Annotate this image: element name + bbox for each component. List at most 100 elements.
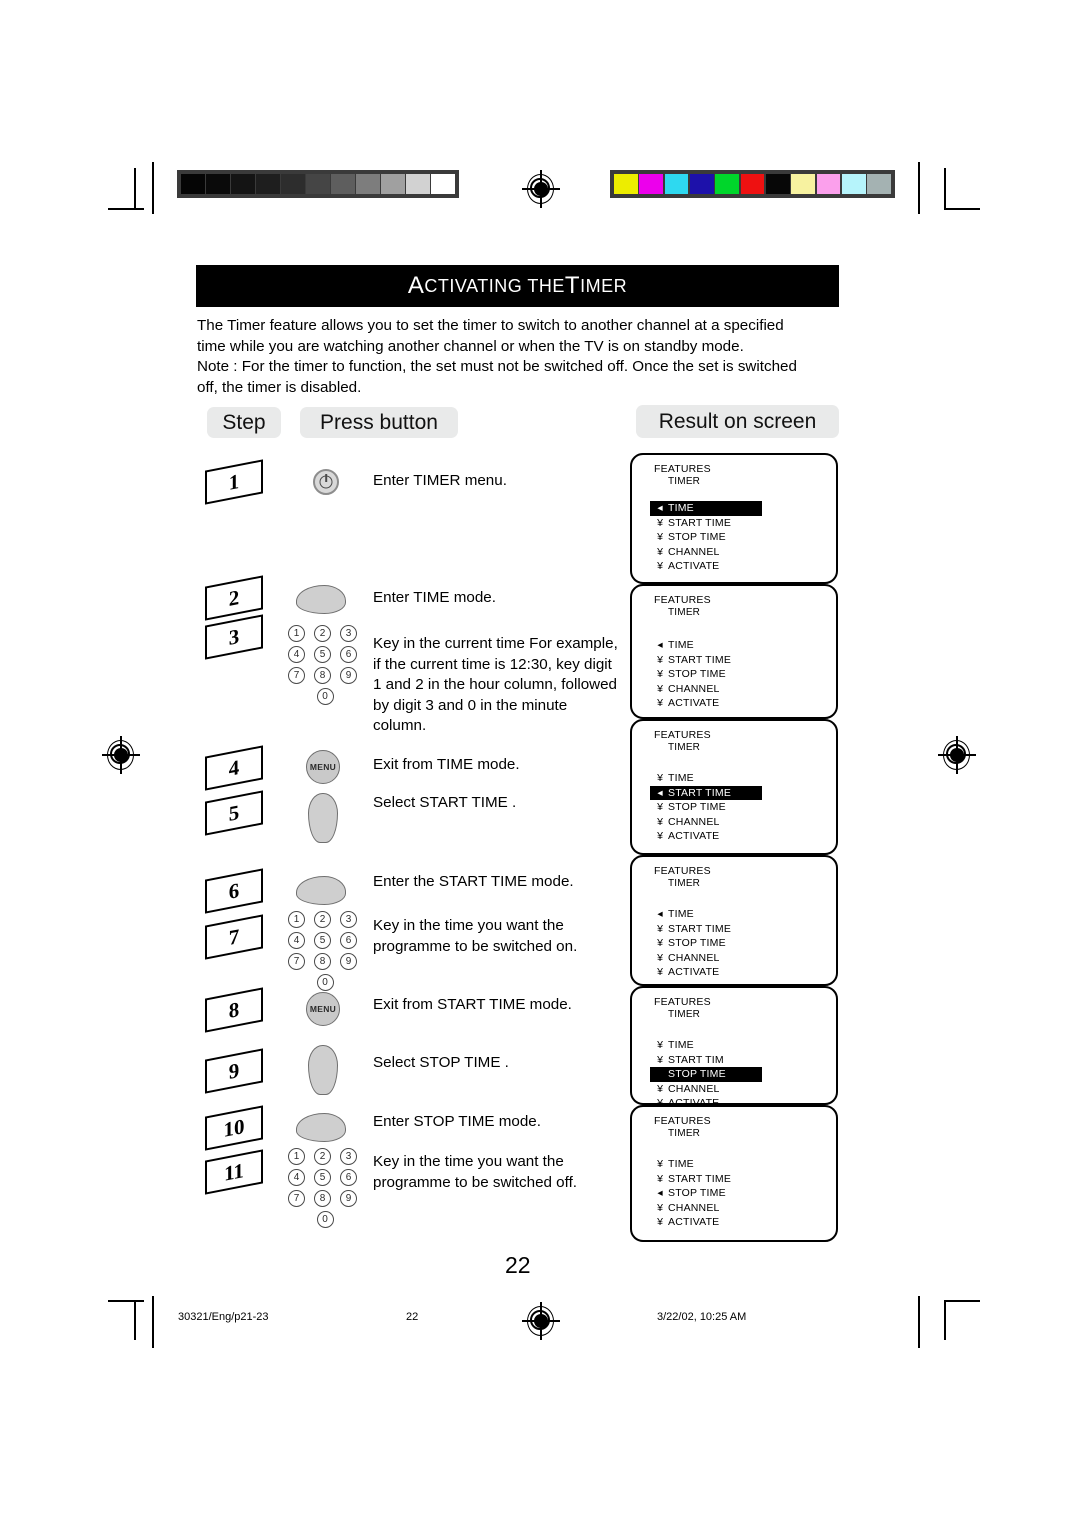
keypad-key-9[interactable]: 9 [340, 667, 357, 684]
footer-right: 3/22/02, 10:25 AM [657, 1311, 747, 1323]
osd-menu-item-activate[interactable]: ¥ ACTIVATE [650, 1215, 762, 1230]
keypad-key-6[interactable]: 6 [340, 646, 357, 663]
color-swatch [740, 174, 765, 194]
keypad-key-1[interactable]: 1 [288, 625, 305, 642]
osd-menu-item-stop-time[interactable]: ¥ STOP TIME [650, 800, 762, 815]
page-title-initial2: T [564, 272, 581, 299]
osd-menu-item-start-time[interactable]: ¥ START TIME [650, 1172, 762, 1187]
osd-menu-item-time[interactable]: ◂ TIME [650, 638, 762, 653]
osd-menu-item-stop-time[interactable]: ◂ STOP TIME [650, 1186, 762, 1201]
osd-title: FEATURES [654, 865, 711, 877]
numeric-keypad-icon-11[interactable]: 123 456 7890 [288, 1148, 362, 1232]
osd-menu-list: ◂ TIME ¥ START TIME ¥ STOP TIME ¥ CHANNEL ¥ ACTIV… [650, 638, 762, 711]
keypad-key-2[interactable]: 2 [314, 1148, 331, 1165]
yen-bullet-icon: ¥ [657, 815, 663, 828]
osd-menu-item-activate[interactable]: ¥ ACTIVATE [650, 829, 762, 844]
osd-menu-item-activate[interactable]: ¥ ACTIVATE [650, 1096, 762, 1103]
osd-menu-item-time[interactable]: ¥ TIME [650, 1157, 762, 1172]
keypad-key-3[interactable]: 3 [340, 1148, 357, 1165]
step-3-label: 3 [228, 623, 240, 650]
osd-menu-item-channel[interactable]: ¥ CHANNEL [650, 1201, 762, 1216]
power-button-icon[interactable] [313, 469, 339, 495]
keypad-key-4[interactable]: 4 [288, 1169, 305, 1186]
color-swatch [614, 174, 638, 194]
osd-menu-item-channel[interactable]: ¥ CHANNEL [650, 815, 762, 830]
osd-menu-item-start-time[interactable]: ¥ START TIME [650, 922, 762, 937]
osd-menu-item-start-time[interactable]: ◂ START TIME [650, 785, 762, 800]
keypad-key-5[interactable]: 5 [314, 1169, 331, 1186]
keypad-key-8[interactable]: 8 [314, 953, 331, 970]
grayscale-calibration-bar [177, 170, 459, 198]
osd-menu-item-stop-time[interactable]: STOP TIME [650, 1067, 762, 1082]
osd-menu-item-label: START TIME [668, 653, 732, 666]
osd-menu-item-channel[interactable]: ¥ CHANNEL [650, 951, 762, 966]
step-3-description: Key in the current time For example, if … [373, 635, 618, 734]
keypad-key-8[interactable]: 8 [314, 1190, 331, 1207]
keypad-key-2[interactable]: 2 [314, 911, 331, 928]
osd-menu-item-start-time[interactable]: ¥ START TIME [650, 653, 762, 668]
osd-menu-item-activate[interactable]: ¥ ACTIVATE [650, 696, 762, 711]
step-number-1: 1 [205, 459, 263, 505]
yen-bullet-icon: ¥ [657, 1158, 663, 1170]
osd-menu-item-activate[interactable]: ¥ ACTIVATE [650, 559, 762, 574]
keypad-key-7[interactable]: 7 [288, 1190, 305, 1207]
page-title-initial: A [407, 272, 425, 299]
osd-menu-item-channel[interactable]: ¥ CHANNEL [650, 545, 762, 560]
osd-menu-item-time[interactable]: ¥ TIME [650, 771, 762, 786]
osd-menu-item-label: STOP TIME [668, 1187, 726, 1200]
osd-menu-item-activate[interactable]: ¥ ACTIVATE [650, 965, 762, 980]
cursor-arrow-icon: ◂ [657, 639, 663, 651]
menu-button-icon-4[interactable]: MENU [306, 750, 340, 784]
keypad-key-3[interactable]: 3 [340, 625, 357, 642]
keypad-key-0[interactable]: 0 [316, 688, 334, 705]
yen-bullet-icon: ¥ [657, 1053, 663, 1066]
keypad-key-4[interactable]: 4 [288, 932, 305, 949]
osd-menu-item-channel[interactable]: ¥ CHANNEL [650, 1082, 762, 1097]
menu-button-icon-8[interactable]: MENU [306, 992, 340, 1026]
keypad-key-0[interactable]: 0 [316, 1211, 334, 1228]
step-number-4: 4 [205, 745, 263, 791]
numeric-keypad-icon-7[interactable]: 123 456 7890 [288, 911, 362, 995]
keypad-key-5[interactable]: 5 [314, 932, 331, 949]
keypad-key-9[interactable]: 9 [340, 953, 357, 970]
osd-menu-item-time[interactable]: ¥ TIME [650, 1038, 762, 1053]
teardrop-down-button-icon-5[interactable] [308, 793, 338, 843]
osd-menu-item-label: START TIM [668, 1053, 724, 1066]
teardrop-right-button-icon-2[interactable] [296, 585, 346, 614]
color-swatch [841, 174, 866, 194]
column-header-result-on-screen: Result on screen [636, 405, 839, 438]
keypad-key-1[interactable]: 1 [288, 911, 305, 928]
osd-menu-item-label: TIME [668, 502, 694, 515]
keypad-key-0[interactable]: 0 [316, 974, 334, 991]
intro-line-1: The Timer feature allows you to set the … [197, 317, 784, 334]
teardrop-right-button-icon-10[interactable] [296, 1113, 346, 1142]
color-swatch [816, 174, 841, 194]
step-4-description: Exit from TIME mode. [373, 756, 520, 773]
keypad-key-2[interactable]: 2 [314, 625, 331, 642]
keypad-key-7[interactable]: 7 [288, 953, 305, 970]
osd-menu-item-time[interactable]: ◂ TIME [650, 501, 762, 516]
teardrop-down-button-icon-9[interactable] [308, 1045, 338, 1095]
teardrop-right-button-icon-6[interactable] [296, 876, 346, 905]
keypad-key-7[interactable]: 7 [288, 667, 305, 684]
grayscale-swatch [431, 174, 456, 194]
keypad-key-3[interactable]: 3 [340, 911, 357, 928]
keypad-key-1[interactable]: 1 [288, 1148, 305, 1165]
keypad-key-6[interactable]: 6 [340, 1169, 357, 1186]
keypad-key-6[interactable]: 6 [340, 932, 357, 949]
osd-menu-item-stop-time[interactable]: ¥ STOP TIME [650, 936, 762, 951]
keypad-key-5[interactable]: 5 [314, 646, 331, 663]
numeric-keypad-icon-3[interactable]: 123 456 7890 [288, 625, 362, 709]
osd-menu-item-channel[interactable]: ¥ CHANNEL [650, 682, 762, 697]
registration-mark-right [938, 736, 976, 774]
yen-bullet-icon: ¥ [657, 1201, 663, 1214]
keypad-key-8[interactable]: 8 [314, 667, 331, 684]
color-swatch [791, 174, 815, 194]
osd-menu-item-stop-time[interactable]: ¥ STOP TIME [650, 530, 762, 545]
osd-menu-item-stop-time[interactable]: ¥ STOP TIME [650, 667, 762, 682]
osd-menu-item-time[interactable]: ◂ TIME [650, 907, 762, 922]
osd-menu-item-start-time[interactable]: ¥ START TIME [650, 516, 762, 531]
keypad-key-4[interactable]: 4 [288, 646, 305, 663]
osd-menu-item-start-tim[interactable]: ¥ START TIM [650, 1053, 762, 1068]
keypad-key-9[interactable]: 9 [340, 1190, 357, 1207]
